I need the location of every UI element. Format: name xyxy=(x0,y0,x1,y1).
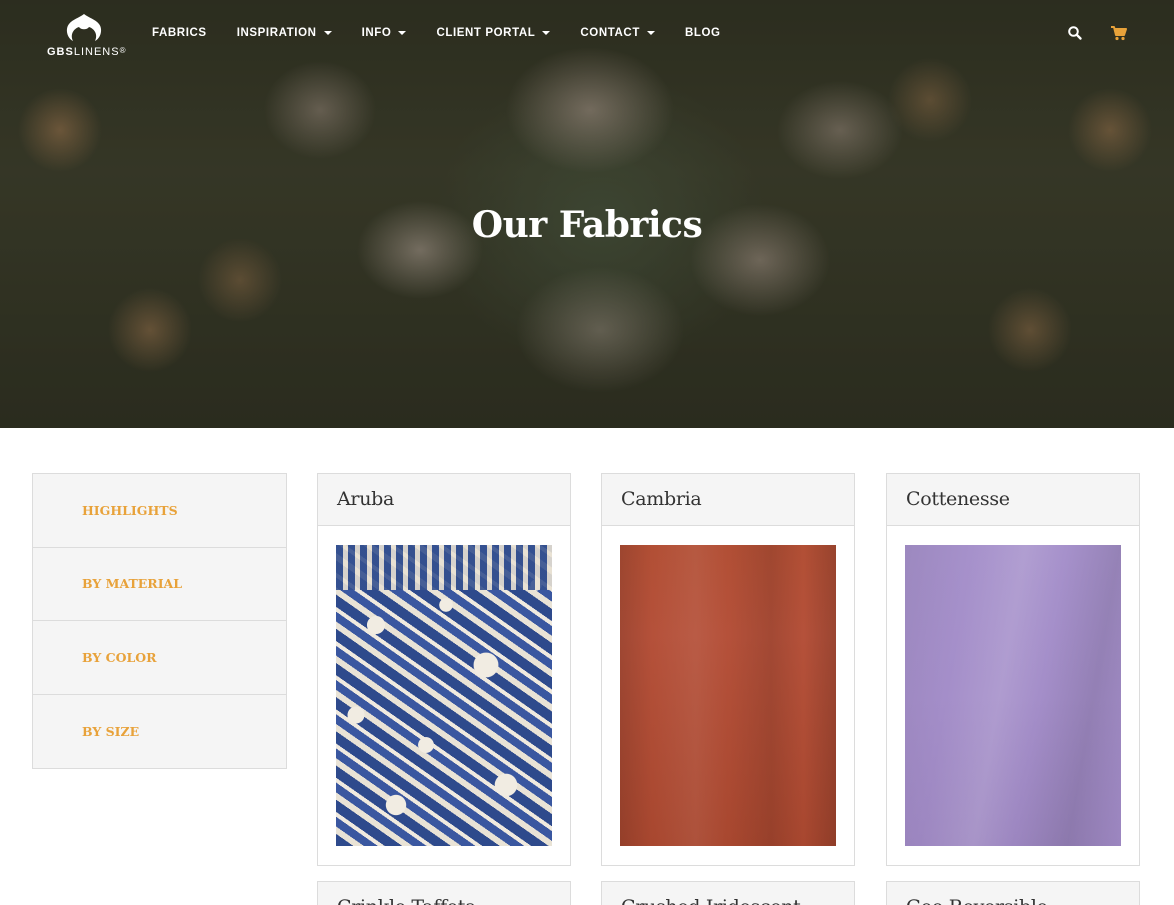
nav-item-inspiration[interactable]: INSPIRATION xyxy=(237,27,332,39)
nav-label: CLIENT PORTAL xyxy=(436,27,536,39)
product-title: Aruba xyxy=(318,474,570,526)
product-card-geo-reversible[interactable]: Geo Reversible xyxy=(886,881,1140,905)
nav-item-fabrics[interactable]: FABRICS xyxy=(152,27,207,39)
sidebar-item-label: HIGHLIGHTS xyxy=(82,502,178,518)
product-title: Cambria xyxy=(602,474,854,526)
product-card-cambria[interactable]: Cambria xyxy=(601,473,855,866)
sidebar-item-label: BY SIZE xyxy=(82,723,140,739)
product-card-cottenesse[interactable]: Cottenesse xyxy=(886,473,1140,866)
nav-label: CONTACT xyxy=(580,27,640,39)
chevron-down-icon xyxy=(542,31,551,35)
product-card-crushed-iridescent-satin[interactable]: Crushed Iridescent Satin xyxy=(601,881,855,905)
product-image[interactable] xyxy=(905,545,1121,846)
search-icon[interactable] xyxy=(1067,25,1083,41)
nav-item-blog[interactable]: BLOG xyxy=(685,27,721,39)
sidebar-item-label: BY MATERIAL xyxy=(82,576,183,592)
product-title: Cottenesse xyxy=(887,474,1139,526)
sidebar-item-by-color[interactable]: BY COLOR xyxy=(33,621,286,695)
nav-item-info[interactable]: INFO xyxy=(362,27,407,39)
product-card-aruba[interactable]: Aruba xyxy=(317,473,571,866)
product-title: Geo Reversible xyxy=(887,882,1139,905)
product-card-crinkle-taffeta[interactable]: Crinkle Taffeta xyxy=(317,881,571,905)
site-header: GBSLINENS® FABRICS INSPIRATION INFO CLIE… xyxy=(0,0,1174,70)
chevron-down-icon xyxy=(398,31,407,35)
cart-icon[interactable] xyxy=(1110,24,1128,42)
nav-item-contact[interactable]: CONTACT xyxy=(580,27,655,39)
sidebar-item-by-size[interactable]: BY SIZE xyxy=(33,695,286,769)
product-image[interactable] xyxy=(620,545,836,846)
sidebar-item-by-material[interactable]: BY MATERIAL xyxy=(33,548,286,621)
chevron-down-icon xyxy=(323,31,332,35)
product-title: Crushed Iridescent Satin xyxy=(602,882,854,905)
filter-sidebar: HIGHLIGHTS BY MATERIAL BY COLOR BY SIZE xyxy=(32,473,287,769)
logo[interactable]: GBSLINENS® xyxy=(46,12,126,62)
sidebar-item-highlights[interactable]: HIGHLIGHTS xyxy=(33,474,286,548)
product-image[interactable] xyxy=(336,545,552,846)
logo-wordmark: GBSLINENS® xyxy=(47,46,127,58)
sidebar-item-label: BY COLOR xyxy=(82,649,157,665)
product-title: Crinkle Taffeta xyxy=(318,882,570,905)
logo-mark-icon xyxy=(66,14,102,41)
nav-label: INFO xyxy=(361,27,392,39)
nav-item-client-portal[interactable]: CLIENT PORTAL xyxy=(436,27,551,39)
nav-label: INSPIRATION xyxy=(236,27,317,39)
main-nav: FABRICS INSPIRATION INFO CLIENT PORTAL C… xyxy=(152,27,751,39)
page-title: Our Fabrics xyxy=(471,204,703,246)
nav-label: BLOG xyxy=(684,27,721,39)
chevron-down-icon xyxy=(646,31,655,35)
nav-label: FABRICS xyxy=(152,27,207,39)
